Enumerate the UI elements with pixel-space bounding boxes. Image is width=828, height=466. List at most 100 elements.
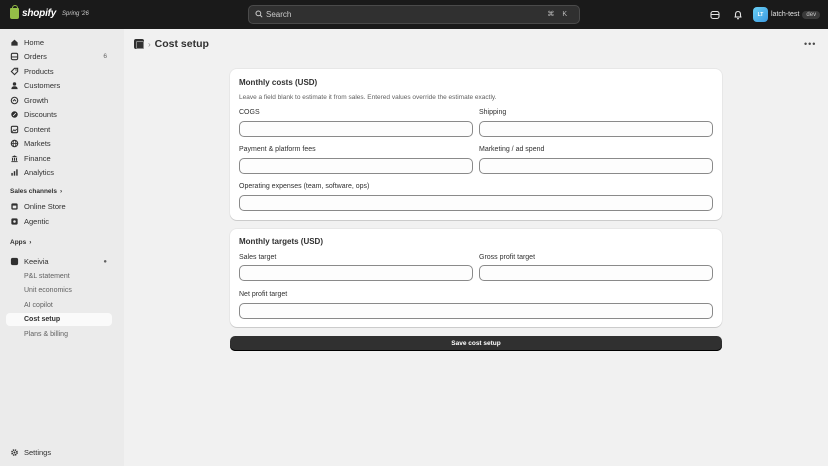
sidebar-item-keeivia[interactable]: Keeivia ● xyxy=(6,255,112,268)
cogs-label: COGS xyxy=(239,109,260,116)
sidebar-item-analytics[interactable]: Analytics xyxy=(6,166,112,179)
section-header-label: Sales channels xyxy=(10,188,57,195)
search-bar[interactable]: Search ⌘ K xyxy=(248,5,580,24)
finance-icon xyxy=(11,155,18,163)
sidebar-subitem-label: Plans & billing xyxy=(24,331,68,338)
sidebar-item-label: Settings xyxy=(24,448,52,457)
payment-fees-label: Payment & platform fees xyxy=(239,146,316,153)
operating-expenses-input[interactable] xyxy=(239,195,713,211)
search-shortcut: ⌘ K xyxy=(547,11,570,18)
sidebar-subitem-unit-economics[interactable]: Unit economics xyxy=(6,284,112,297)
sidebar-item-label: Keeivia xyxy=(24,257,49,266)
sidebar-subitem-cost-setup[interactable]: Cost setup xyxy=(6,313,112,326)
home-icon xyxy=(11,39,18,46)
sidebar-item-label: Growth xyxy=(24,96,49,105)
store-menu-button[interactable]: LT latch-test dev xyxy=(753,7,821,22)
marketing-spend-label: Marketing / ad spend xyxy=(479,146,545,153)
sidebar-item-label: Products xyxy=(24,67,54,76)
customers-icon xyxy=(11,82,18,90)
gross-profit-target-input[interactable] xyxy=(479,265,713,281)
card-help-text: Leave a field blank to estimate it from … xyxy=(239,94,497,101)
operating-expenses-label: Operating expenses (team, software, ops) xyxy=(239,183,370,190)
shopify-logo[interactable]: shopify xyxy=(10,5,57,19)
sidebar-item-home[interactable]: Home xyxy=(6,36,112,49)
bell-icon[interactable] xyxy=(733,10,743,20)
sidebar-item-online-store[interactable]: Online Store xyxy=(6,200,112,213)
brand-name: shopify xyxy=(22,8,57,19)
page-title: Cost setup xyxy=(154,38,209,50)
cogs-input[interactable] xyxy=(239,121,473,137)
sidebar-item-customers[interactable]: Customers xyxy=(6,79,112,92)
sidebar-item-label: Agentic xyxy=(24,217,50,226)
sales-channels-header[interactable]: Sales channels › xyxy=(10,188,62,195)
sidebar-item-label: Online Store xyxy=(24,202,66,211)
payment-fees-input[interactable] xyxy=(239,158,473,174)
sidebar-subitem-pl-statement[interactable]: P&L statement xyxy=(6,270,112,283)
card-title: Monthly costs (USD) xyxy=(239,78,318,87)
orders-count-badge: 6 xyxy=(103,53,107,60)
sales-target-label: Sales target xyxy=(239,254,277,261)
keeivia-app-icon xyxy=(10,257,19,266)
sidebar-subitem-label: AI copilot xyxy=(24,302,53,309)
sidebar-item-markets[interactable]: Markets xyxy=(6,137,112,150)
sidebar-item-products[interactable]: Products xyxy=(6,65,112,78)
sidebar-item-orders[interactable]: Orders 6 xyxy=(6,50,112,63)
net-profit-target-label: Net profit target xyxy=(239,291,288,298)
sales-target-input[interactable] xyxy=(239,265,473,281)
top-bar: shopify Spring '26 Search ⌘ K LT latch-t… xyxy=(0,0,828,29)
sidebar-item-label: Analytics xyxy=(24,168,55,177)
card-title: Monthly targets (USD) xyxy=(239,237,323,246)
more-actions-icon[interactable]: ••• xyxy=(804,39,816,49)
sidebar-item-settings[interactable]: Settings xyxy=(6,446,112,459)
store-avatar: LT xyxy=(753,7,768,22)
sidebar-subitem-label: P&L statement xyxy=(24,273,70,280)
monthly-costs-card: Monthly costs (USD) Leave a field blank … xyxy=(230,69,722,220)
sidebar-subitem-plans-billing[interactable]: Plans & billing xyxy=(6,328,112,341)
store-name: latch-test xyxy=(771,11,800,18)
sidebar-subitem-ai-copilot[interactable]: AI copilot xyxy=(6,299,112,312)
sidebar-subitem-label: Unit economics xyxy=(24,287,72,294)
search-placeholder: Search xyxy=(266,10,292,19)
pin-icon[interactable]: ● xyxy=(103,259,107,265)
shopify-bag-icon xyxy=(10,5,19,19)
store-dev-badge: dev xyxy=(802,10,821,19)
sidebar-item-label: Orders xyxy=(24,52,47,61)
sidebar-item-label: Finance xyxy=(24,154,51,163)
agentic-icon xyxy=(11,218,18,225)
sidebar-subitem-label: Cost setup xyxy=(24,316,61,323)
sidebar-item-content[interactable]: Content xyxy=(6,123,112,136)
edition-label: Spring '26 xyxy=(62,11,89,17)
growth-icon xyxy=(10,96,19,105)
chevron-right-icon: › xyxy=(29,239,32,246)
sidebar-item-label: Discounts xyxy=(24,110,57,119)
monthly-targets-card: Monthly targets (USD) Sales target Gross… xyxy=(230,229,722,327)
breadcrumb-separator: › xyxy=(148,39,151,49)
sidebar-item-label: Content xyxy=(24,125,51,134)
gear-icon xyxy=(11,449,18,456)
orders-icon xyxy=(10,52,19,61)
analytics-icon xyxy=(11,169,18,176)
shipping-input[interactable] xyxy=(479,121,713,137)
section-header-label: Apps xyxy=(10,239,27,246)
sidekick-icon[interactable] xyxy=(710,10,720,20)
sidebar-item-label: Customers xyxy=(24,81,61,90)
search-icon xyxy=(255,10,263,18)
page-header: › Cost setup xyxy=(134,38,209,50)
markets-icon xyxy=(10,139,19,148)
sidebar-item-label: Markets xyxy=(24,139,51,148)
apps-header[interactable]: Apps › xyxy=(10,239,31,246)
keeivia-app-icon[interactable] xyxy=(134,39,144,49)
marketing-spend-input[interactable] xyxy=(479,158,713,174)
sidebar-item-discounts[interactable]: Discounts xyxy=(6,108,112,121)
chevron-right-icon: › xyxy=(59,188,63,195)
sidebar-item-agentic[interactable]: Agentic xyxy=(6,215,112,228)
net-profit-target-input[interactable] xyxy=(239,303,713,319)
sidebar-item-growth[interactable]: Growth xyxy=(6,94,112,107)
products-icon xyxy=(10,67,19,76)
content-icon xyxy=(10,125,19,134)
sidebar-item-label: Home xyxy=(24,38,45,47)
discounts-icon xyxy=(11,111,18,118)
save-cost-setup-button[interactable]: Save cost setup xyxy=(230,336,722,351)
gross-profit-target-label: Gross profit target xyxy=(479,254,536,261)
sidebar-item-finance[interactable]: Finance xyxy=(6,152,112,165)
